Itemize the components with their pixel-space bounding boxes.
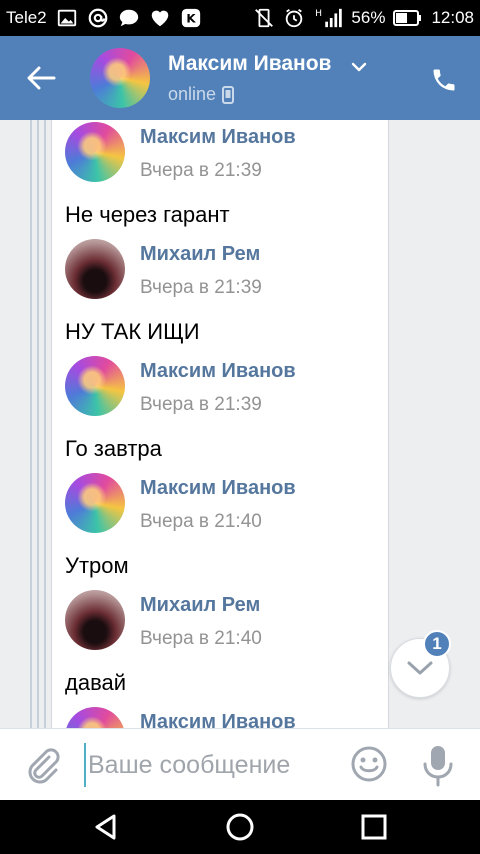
contact-status: online [168, 84, 235, 105]
vk-notification-icon: K [180, 7, 202, 29]
network-type-label: H [316, 8, 323, 19]
message-author[interactable]: Михаил Рем [140, 594, 260, 617]
status-bar: Tele2 K H 56% 12:08 [0, 0, 480, 36]
unread-count-badge: 1 [423, 630, 451, 658]
clock-time: 12:08 [431, 8, 474, 27]
avatar[interactable] [65, 473, 125, 533]
square-recents-icon [361, 814, 387, 840]
message-time: Вчера в 21:40 [140, 628, 262, 649]
message-author[interactable]: Михаил Рем [140, 243, 260, 266]
nav-home-button[interactable] [222, 809, 258, 845]
call-button[interactable] [424, 60, 464, 100]
chat-bubble-icon [118, 7, 140, 29]
chevron-down-icon [407, 661, 433, 675]
message-time: Вчера в 21:39 [140, 394, 262, 415]
message-author[interactable]: Максим Иванов [140, 126, 296, 149]
at-sign-icon [87, 7, 109, 29]
image-icon [56, 7, 78, 29]
message-time: Вчера в 21:39 [140, 160, 262, 181]
message-text: Утром [65, 553, 129, 578]
message-composer [0, 728, 480, 800]
microphone-icon[interactable] [418, 743, 458, 787]
back-button[interactable] [18, 58, 64, 98]
header-avatar[interactable] [90, 48, 150, 108]
heart-icon [149, 7, 171, 29]
message-author[interactable]: Максим Иванов [140, 711, 296, 728]
mobile-device-icon [222, 85, 235, 104]
vibrate-off-icon [253, 7, 275, 29]
status-label: online [168, 84, 217, 104]
battery-icon [393, 7, 423, 29]
nav-recents-button[interactable] [356, 809, 392, 845]
chevron-down-icon[interactable] [348, 56, 370, 78]
avatar[interactable] [65, 356, 125, 416]
avatar[interactable] [65, 590, 125, 650]
message-list[interactable]: Максим Иванов Вчера в 21:39 Не через гар… [0, 120, 480, 728]
message-text: давай [65, 670, 127, 695]
battery-percent: 56% [351, 8, 386, 27]
svg-text:K: K [186, 12, 196, 26]
avatar[interactable] [65, 122, 125, 182]
alarm-icon [283, 7, 305, 29]
message-text: НУ ТАК ИЩИ [65, 319, 200, 344]
message-author[interactable]: Максим Иванов [140, 477, 296, 500]
chat-header: Максим Иванов online [0, 36, 480, 120]
carrier-label: Tele2 [6, 8, 47, 27]
avatar[interactable] [65, 239, 125, 299]
phone-icon [433, 69, 455, 91]
message-time: Вчера в 21:40 [140, 511, 262, 532]
contact-name[interactable]: Максим Иванов [168, 52, 331, 76]
paperclip-icon[interactable] [22, 745, 62, 785]
message-text: Го завтра [65, 436, 162, 461]
message-text: Не через гарант [65, 202, 230, 227]
circle-home-icon [226, 813, 254, 841]
nav-back-button[interactable] [88, 809, 124, 845]
smiley-icon[interactable] [350, 745, 388, 783]
message-author[interactable]: Максим Иванов [140, 360, 296, 383]
signal-icon: H [313, 7, 343, 29]
android-nav-bar [0, 800, 480, 854]
arrow-left-icon [27, 66, 56, 90]
message-time: Вчера в 21:39 [140, 277, 262, 298]
triangle-back-icon [95, 814, 116, 840]
message-input[interactable] [84, 743, 334, 787]
